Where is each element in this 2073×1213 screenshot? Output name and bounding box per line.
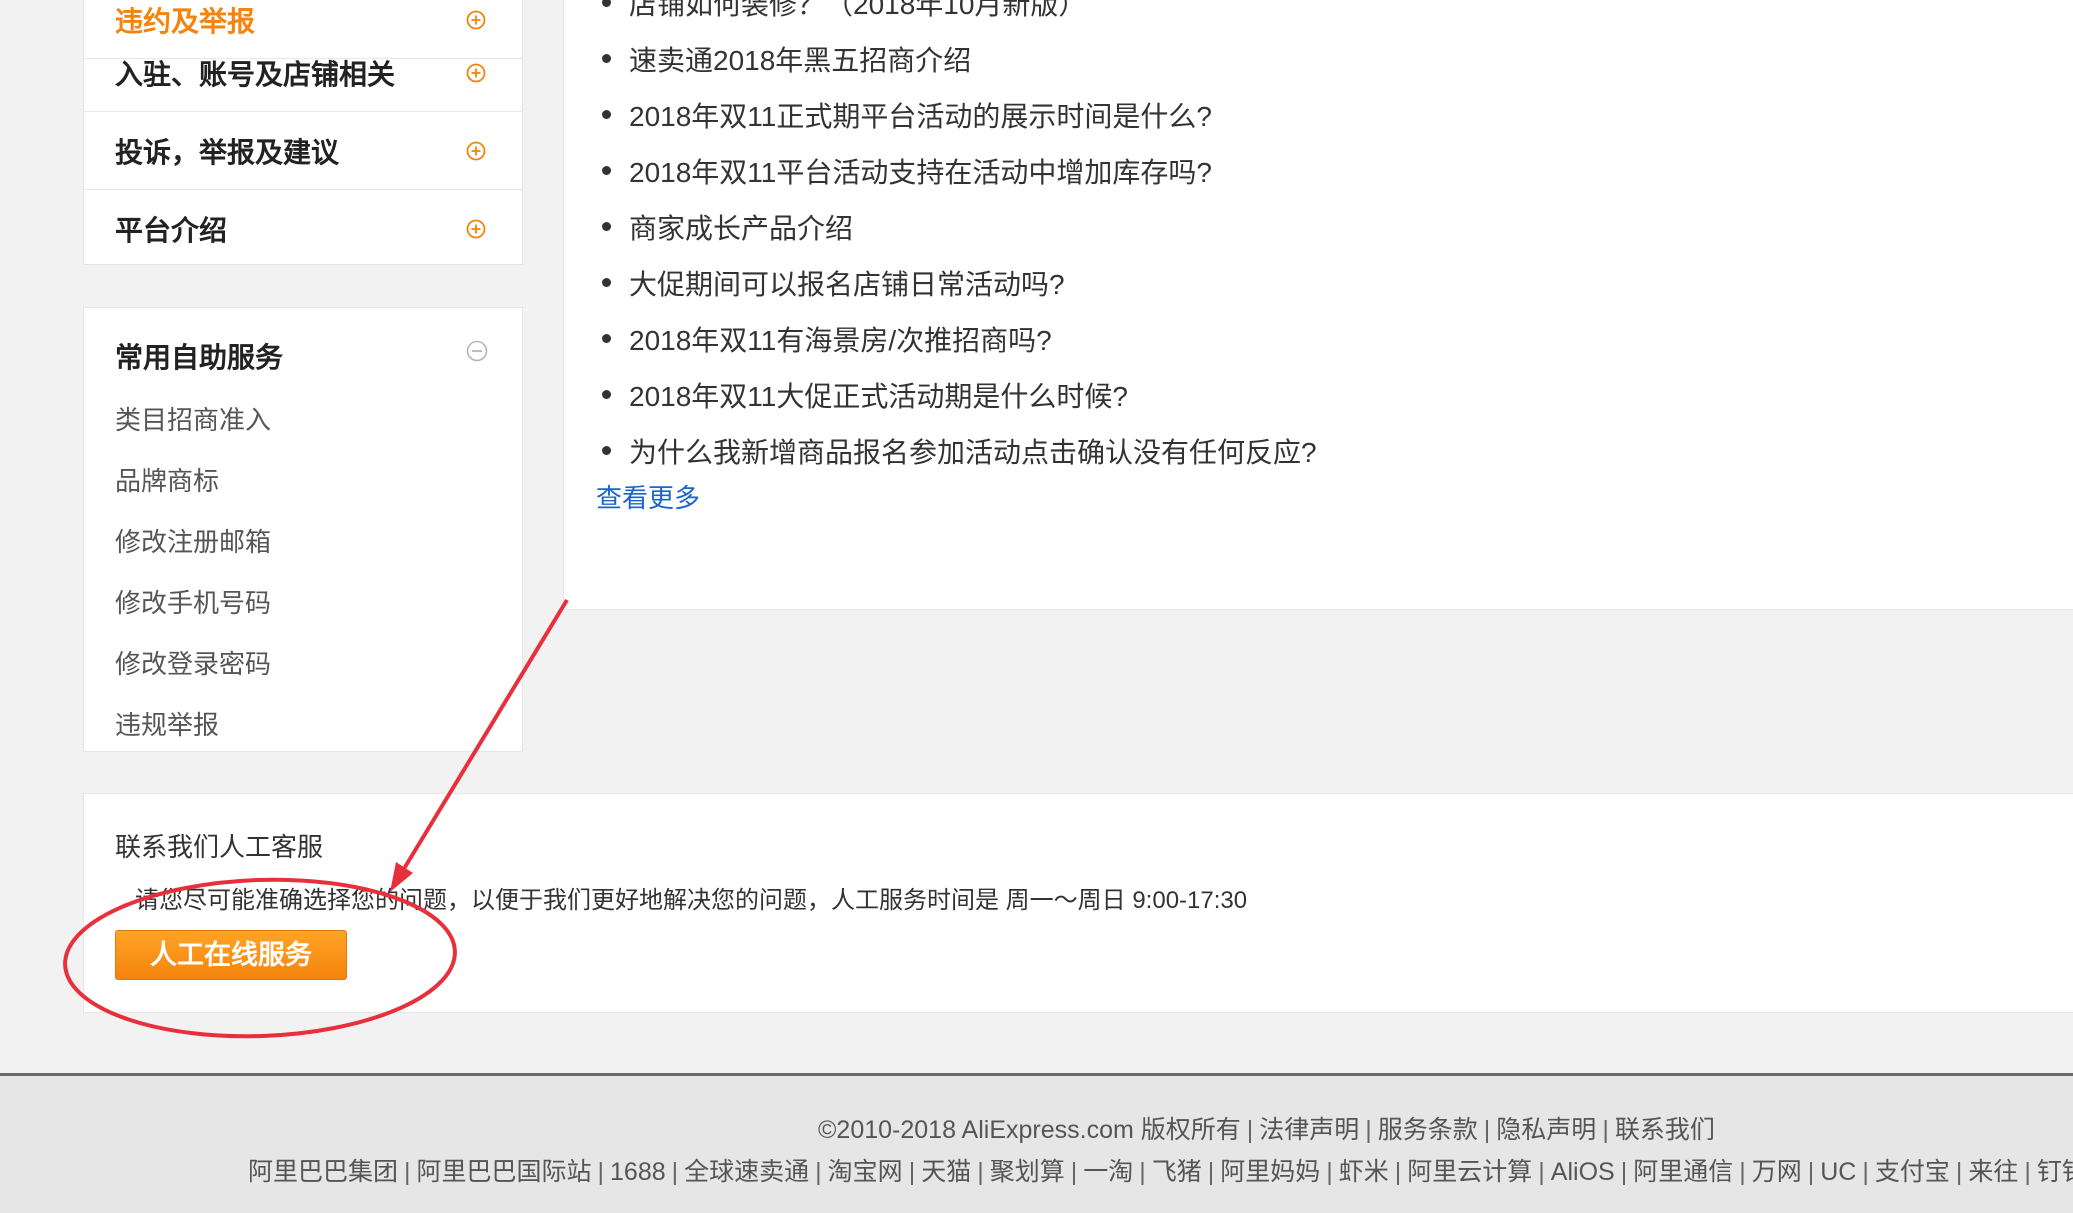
minus-circle-icon[interactable] — [466, 340, 488, 362]
footer-link[interactable]: 阿里通信 — [1633, 1158, 1733, 1186]
category-panel: 违约及举报 入驻、账号及店铺相关 投诉，举报及建议 平台介绍 — [83, 0, 523, 265]
footer-link[interactable]: 阿里云计算 — [1407, 1158, 1532, 1186]
footer-copyright: ©2010-2018 AliExpress.com 版权所有 | 法律声明 | 服务条款… — [818, 1116, 1715, 1144]
self-service-panel: 常用自助服务 类目招商准入 品牌商标 修改注册邮箱 修改手机号码 修改登录密码 … — [83, 307, 523, 752]
self-service-link[interactable]: 修改手机号码 — [115, 583, 271, 620]
bullet-icon — [602, 222, 611, 231]
contact-title: 联系我们人工客服 — [115, 832, 324, 862]
plus-circle-icon[interactable] — [466, 219, 486, 239]
contact-note: 请您尽可能准确选择您的问题，以便于我们更好地解决您的问题，人工服务时间是 周一～… — [135, 887, 1248, 914]
footer-link-contact[interactable]: 联系我们 — [1615, 1116, 1715, 1144]
articles-panel: 店铺如何装修？（2018年10月新版） 速卖通2018年黑五招商介绍 2018年… — [563, 0, 2073, 610]
category-item-account[interactable]: 入驻、账号及店铺相关 — [84, 34, 522, 112]
footer-link[interactable]: UC — [1820, 1158, 1856, 1186]
footer-group-links: 阿里巴巴集团 | 阿里巴巴国际站 | 1688 | 全球速卖通 | 淘宝网 | 天猫 | 聚划算 | 一淘 |… — [248, 1152, 2073, 1188]
article-item[interactable]: 为什么我新增商品报名参加活动点击确认没有任何反应? — [602, 431, 1317, 471]
footer-link[interactable]: 淘宝网 — [828, 1158, 903, 1186]
article-item[interactable]: 商家成长产品介绍 — [602, 207, 853, 247]
footer-link[interactable]: 天猫 — [921, 1158, 971, 1186]
category-item-complaint[interactable]: 投诉，举报及建议 — [84, 112, 522, 190]
article-item[interactable]: 店铺如何装修？（2018年10月新版） — [602, 0, 1086, 23]
category-item-platform[interactable]: 平台介绍 — [84, 190, 522, 267]
bullet-icon — [602, 446, 611, 455]
article-item[interactable]: 2018年双11平台活动支持在活动中增加库存吗? — [602, 151, 1212, 191]
category-label: 入驻、账号及店铺相关 — [115, 58, 396, 90]
copyright-text: ©2010-2018 AliExpress.com 版权所有 — [818, 1116, 1241, 1144]
footer-link[interactable]: 支付宝 — [1875, 1158, 1950, 1186]
article-item[interactable]: 2018年双11正式期平台活动的展示时间是什么? — [602, 95, 1212, 135]
article-item[interactable]: 速卖通2018年黑五招商介绍 — [602, 39, 971, 79]
footer-link[interactable]: 聚划算 — [990, 1158, 1065, 1186]
bullet-icon — [602, 54, 611, 63]
footer-link-terms[interactable]: 服务条款 — [1378, 1116, 1478, 1144]
category-label: 投诉，举报及建议 — [115, 136, 340, 168]
footer-link[interactable]: 钉钉 — [2037, 1158, 2073, 1186]
article-item[interactable]: 2018年双11大促正式活动期是什么时候? — [602, 375, 1128, 415]
article-link[interactable]: 2018年双11平台活动支持在活动中增加库存吗? — [629, 157, 1212, 188]
footer-link[interactable]: 全球速卖通 — [684, 1158, 809, 1186]
article-link[interactable]: 2018年双11正式期平台活动的展示时间是什么? — [629, 101, 1212, 132]
self-service-link[interactable]: 修改登录密码 — [115, 644, 271, 681]
online-service-button[interactable]: 人工在线服务 — [115, 930, 347, 980]
footer-link[interactable]: 来往 — [1968, 1158, 2018, 1186]
bullet-icon — [602, 110, 611, 119]
article-link[interactable]: 店铺如何装修？（2018年10月新版） — [629, 0, 1086, 20]
plus-circle-icon[interactable] — [466, 10, 486, 30]
footer-link[interactable]: 飞猪 — [1152, 1158, 1202, 1186]
bullet-icon — [602, 278, 611, 287]
article-link[interactable]: 为什么我新增商品报名参加活动点击确认没有任何反应? — [629, 437, 1317, 468]
article-item[interactable]: 大促期间可以报名店铺日常活动吗? — [602, 263, 1065, 303]
bullet-icon — [602, 166, 611, 175]
self-service-link[interactable]: 品牌商标 — [115, 461, 219, 498]
footer-link-privacy[interactable]: 隐私声明 — [1496, 1116, 1596, 1144]
footer-link-legal[interactable]: 法律声明 — [1259, 1116, 1359, 1144]
footer-link[interactable]: 阿里巴巴集团 — [248, 1158, 398, 1186]
bullet-icon — [602, 334, 611, 343]
plus-circle-icon[interactable] — [466, 141, 486, 161]
article-item[interactable]: 2018年双11有海景房/次推招商吗? — [602, 319, 1052, 359]
footer-link[interactable]: 虾米 — [1339, 1158, 1389, 1186]
footer-link[interactable]: AliOS — [1551, 1158, 1615, 1186]
category-label: 平台介绍 — [115, 214, 228, 246]
footer-link[interactable]: 阿里妈妈 — [1220, 1158, 1320, 1186]
self-service-link[interactable]: 类目招商准入 — [115, 400, 271, 437]
article-link[interactable]: 2018年双11大促正式活动期是什么时候? — [629, 381, 1128, 412]
article-link[interactable]: 大促期间可以报名店铺日常活动吗? — [629, 269, 1065, 300]
see-more-link[interactable]: 查看更多 — [596, 478, 700, 515]
contact-panel: 联系我们人工客服 请您尽可能准确选择您的问题，以便于我们更好地解决您的问题，人工… — [83, 793, 2073, 1013]
bullet-icon — [602, 0, 611, 7]
plus-circle-icon[interactable] — [466, 63, 486, 83]
footer: ©2010-2018 AliExpress.com 版权所有 | 法律声明 | 服务条款… — [0, 1073, 2073, 1213]
self-service-link[interactable]: 违规举报 — [115, 705, 219, 742]
self-service-title: 常用自助服务 — [115, 342, 284, 373]
article-link[interactable]: 速卖通2018年黑五招商介绍 — [629, 45, 971, 76]
footer-link[interactable]: 1688 — [610, 1158, 666, 1186]
article-link[interactable]: 商家成长产品介绍 — [629, 213, 853, 244]
footer-link[interactable]: 一淘 — [1083, 1158, 1133, 1186]
bullet-icon — [602, 390, 611, 399]
article-link[interactable]: 2018年双11有海景房/次推招商吗? — [629, 325, 1052, 356]
footer-link[interactable]: 万网 — [1752, 1158, 1802, 1186]
footer-link[interactable]: 阿里巴巴国际站 — [417, 1158, 592, 1186]
self-service-link[interactable]: 修改注册邮箱 — [115, 522, 271, 559]
